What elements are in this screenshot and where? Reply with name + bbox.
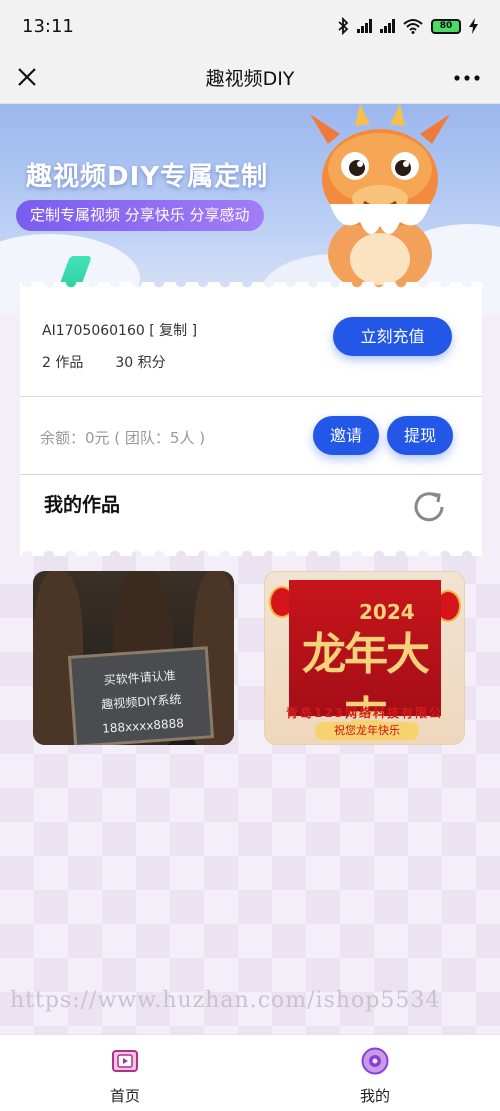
status-time: 13:11 bbox=[22, 15, 74, 37]
account-id[interactable]: AI1705060160 [ 复制 ] bbox=[42, 320, 197, 340]
page-title: 趣视频DIY bbox=[205, 68, 295, 90]
nav-mine[interactable]: 我的 bbox=[325, 1035, 425, 1111]
more-icon[interactable] bbox=[452, 65, 482, 91]
account-stats: 2 作品 30 积分 bbox=[42, 352, 166, 372]
wifi-icon bbox=[403, 19, 423, 34]
battery-level: 80 bbox=[439, 21, 453, 31]
work-item[interactable]: 2024 龙年大吉 青岛123网络科技有限公 祝您龙年快乐 bbox=[264, 571, 465, 745]
refresh-icon[interactable] bbox=[410, 488, 448, 526]
nav-home-label: 首页 bbox=[109, 1087, 140, 1105]
work-item[interactable]: 买软件请认准 趣视频DIY系统 188xxxx8888 bbox=[33, 571, 234, 745]
work-poster: 2024 龙年大吉 bbox=[289, 580, 441, 744]
status-icons: 80 bbox=[337, 17, 478, 35]
profile-icon bbox=[361, 1047, 389, 1075]
bottom-nav: 首页 我的 bbox=[0, 1034, 500, 1111]
works-section-title: 我的作品 bbox=[44, 494, 121, 516]
watermark: https://www.huzhan.com/ishop5534 bbox=[10, 988, 441, 1013]
battery-icon: 80 bbox=[431, 18, 461, 34]
home-icon bbox=[112, 1050, 138, 1072]
status-bar: 13:11 80 bbox=[0, 0, 500, 52]
nav-mine-label: 我的 bbox=[359, 1087, 390, 1105]
close-icon[interactable] bbox=[14, 64, 40, 90]
work-sign: 买软件请认准 趣视频DIY系统 188xxxx8888 bbox=[67, 646, 215, 745]
points-count: 30 积分 bbox=[115, 355, 166, 371]
balance-text: 余额：0元 ( 团队：5人 ) bbox=[40, 429, 206, 447]
work-wish: 祝您龙年快乐 bbox=[315, 722, 419, 740]
signal-icon bbox=[357, 19, 372, 33]
hero-title: 趣视频DIY专属定制 bbox=[26, 162, 269, 192]
recharge-button[interactable]: 立刻充值 bbox=[333, 317, 452, 356]
dragon-mascot-icon bbox=[310, 104, 450, 294]
works-count: 2 作品 bbox=[42, 355, 84, 371]
charging-icon bbox=[469, 18, 478, 34]
nav-home[interactable]: 首页 bbox=[75, 1035, 175, 1111]
work-company: 青岛123网络科技有限公 bbox=[285, 706, 444, 720]
account-card: AI1705060160 [ 复制 ] 2 作品 30 积分 立刻充值 余额：0… bbox=[20, 282, 482, 556]
invite-button[interactable]: 邀请 bbox=[313, 416, 379, 455]
title-bar: 趣视频DIY bbox=[0, 52, 500, 104]
hero-tagline: 定制专属视频 分享快乐 分享感动 bbox=[16, 200, 264, 231]
divider bbox=[20, 396, 482, 397]
bluetooth-icon bbox=[338, 17, 349, 35]
signal-icon-2 bbox=[380, 19, 395, 33]
withdraw-button[interactable]: 提现 bbox=[387, 416, 453, 455]
divider bbox=[20, 474, 482, 475]
